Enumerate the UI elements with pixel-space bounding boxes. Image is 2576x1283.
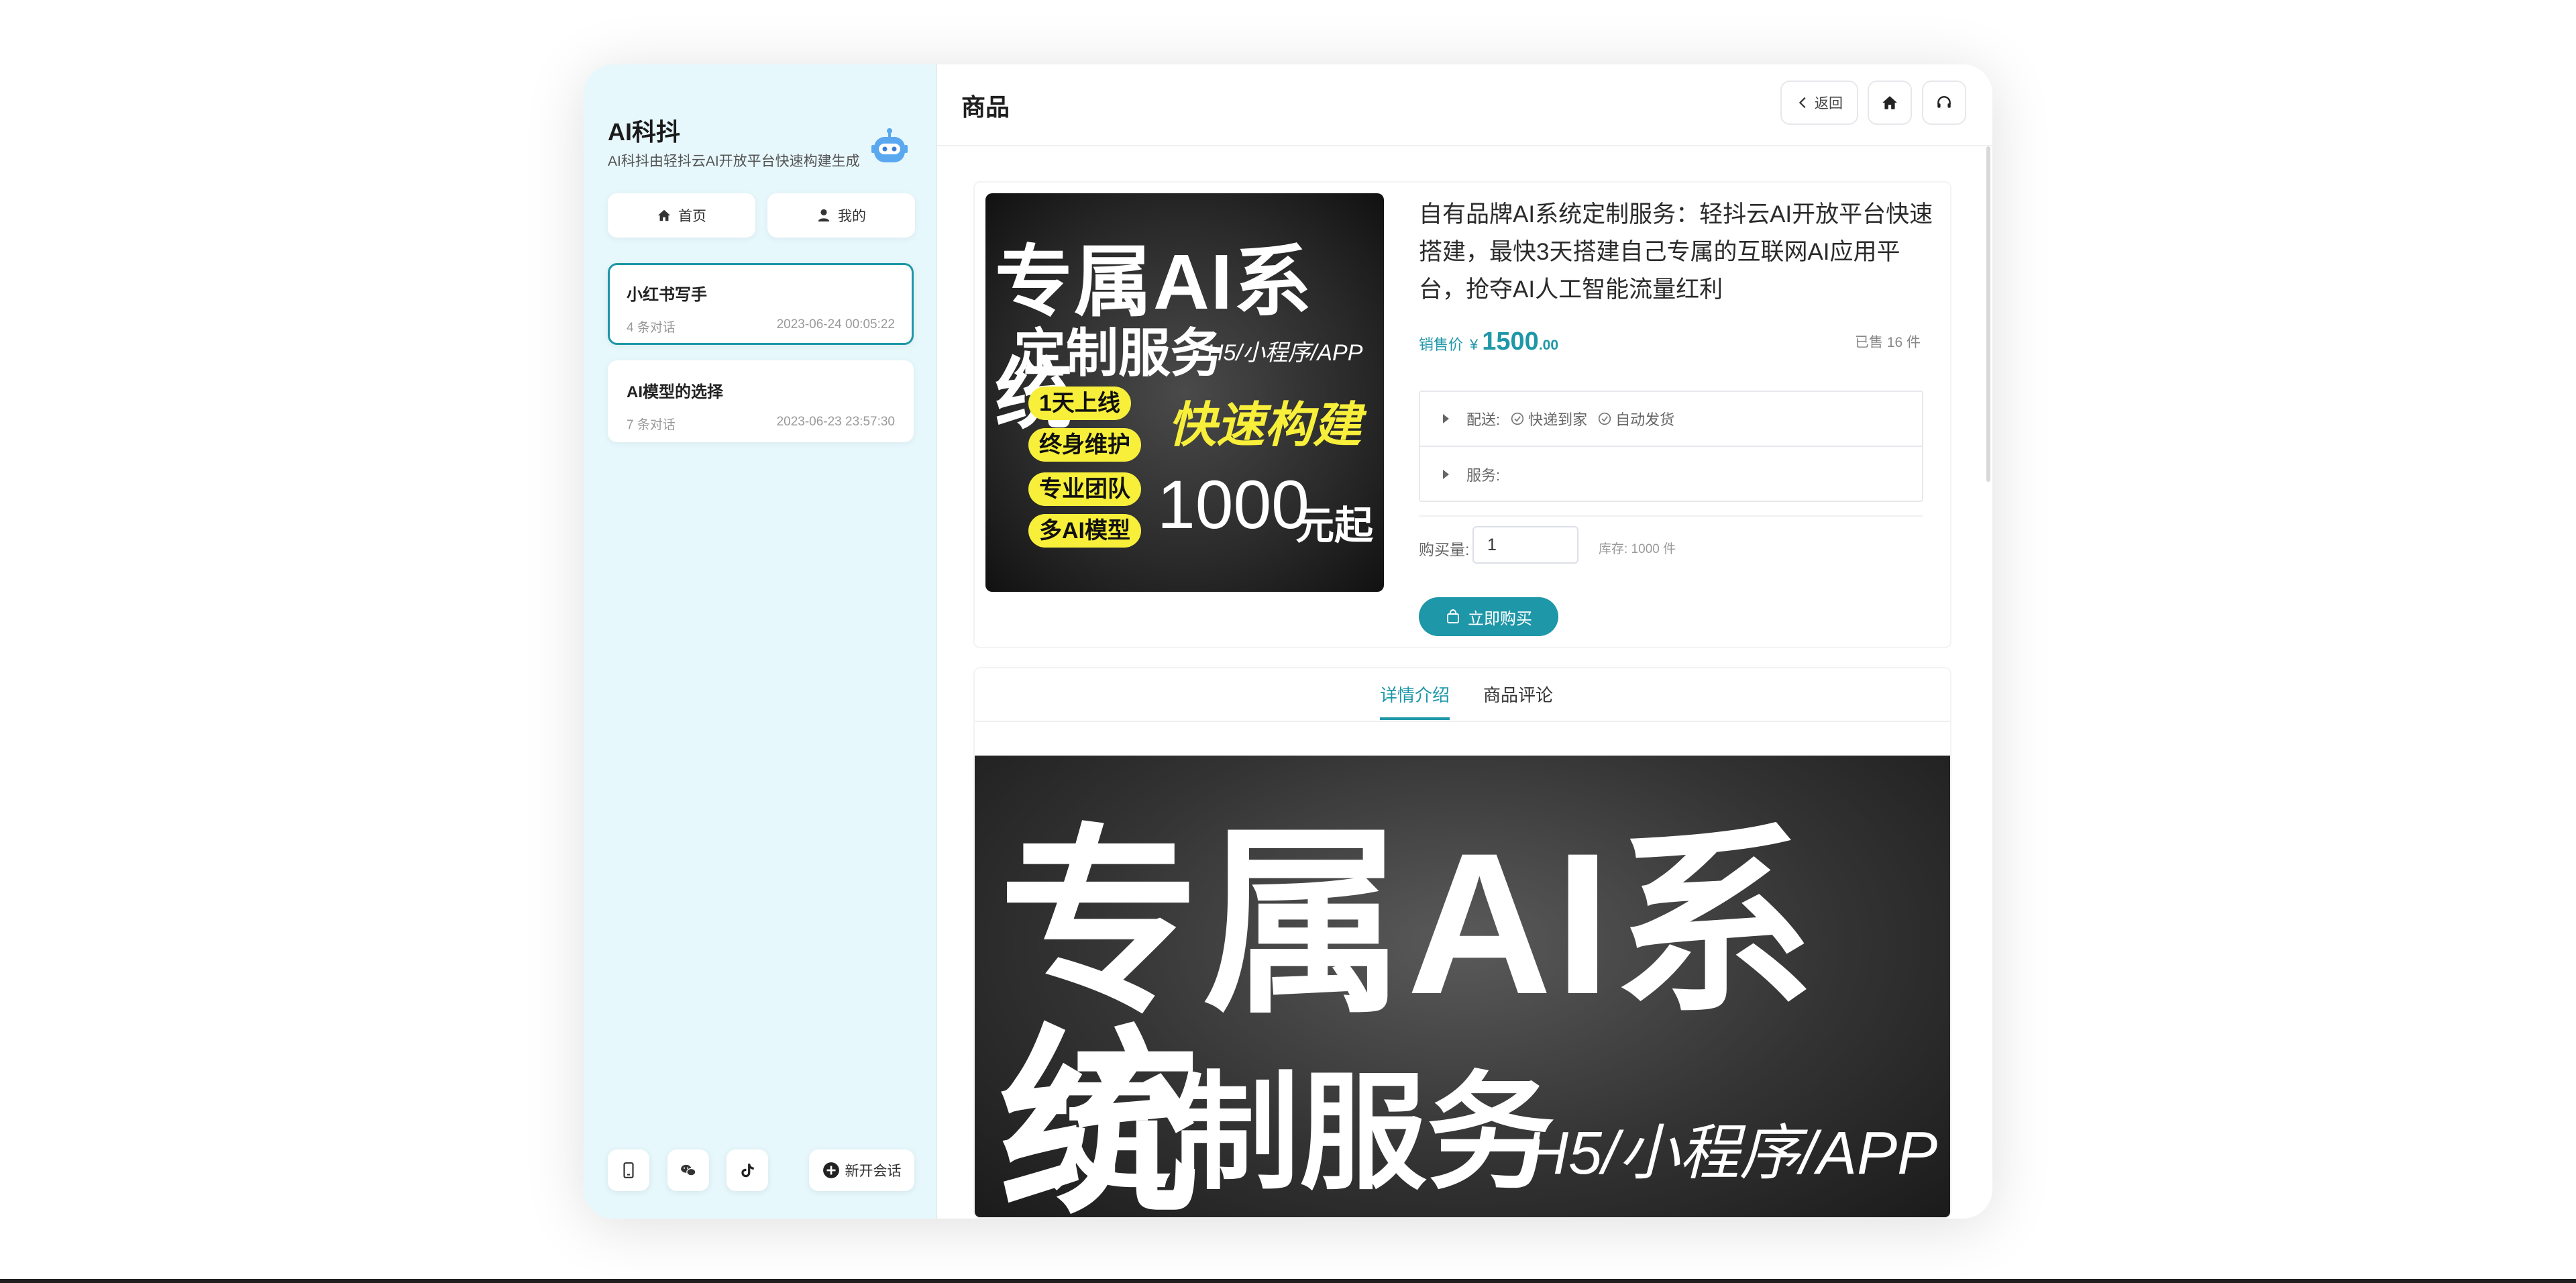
price-row: 销售价 ¥ 1500 .00: [1419, 327, 1558, 356]
plus-circle-icon: [822, 1162, 839, 1178]
chat-title: 小红书写手: [627, 286, 707, 304]
poster-pill: 多AI模型: [1028, 514, 1141, 548]
detail-section: 详情介绍 商品评论 专属AI系统 定制服务 H5/小程序/APP: [973, 667, 1951, 1219]
stock-count: 库存: 1000 件: [1599, 542, 1676, 556]
check-circle-icon: [1511, 412, 1524, 425]
poster-highlight: 快速构建: [1168, 399, 1362, 452]
poster-line2-suffix: H5/小程序/APP: [1207, 340, 1363, 366]
poster-pill: 终身维护: [1028, 428, 1141, 462]
delivery-tag: 自动发货: [1598, 408, 1674, 429]
detail-image: 专属AI系统 定制服务 H5/小程序/APP: [975, 756, 1950, 1217]
product-card: 专属AI系统 定制服务 H5/小程序/APP 1天上线 终身维护 专业团队 多A…: [973, 181, 1951, 648]
poster-line2: 定制服务: [1014, 323, 1224, 382]
tab-bar: 详情介绍 商品评论: [975, 668, 1950, 722]
delivery-tag: 快递到家: [1511, 408, 1587, 429]
tiktok-icon: [741, 1164, 754, 1178]
back-button[interactable]: 返回: [1780, 81, 1858, 125]
robot-icon: [871, 128, 908, 162]
check-circle-icon: [1598, 412, 1611, 425]
poster-pill: 专业团队: [1028, 472, 1141, 506]
tab-detail[interactable]: 详情介绍: [1380, 682, 1450, 720]
header: 商品 返回: [937, 64, 1992, 146]
wechat-icon: [681, 1164, 696, 1176]
divider: [1419, 515, 1923, 517]
scrollbar[interactable]: [1986, 146, 1990, 482]
poster-price-suffix: 元起: [1295, 504, 1374, 548]
home-button[interactable]: [1868, 81, 1912, 125]
product-title: 自有品牌AI系统定制服务：轻抖云AI开放平台快速搭建，最快3天搭建自己专属的互联…: [1419, 201, 1933, 303]
brand-subtitle: AI科抖由轻抖云AI开放平台快速构建生成: [608, 154, 860, 169]
chat-time: 2023-06-23 23:57:30: [776, 415, 895, 429]
nav-mine-button[interactable]: 我的: [767, 193, 915, 238]
delivery-tag-label: 快递到家: [1528, 411, 1588, 428]
delivery-tag-label: 自动发货: [1615, 411, 1675, 428]
headset-icon: [1937, 96, 1951, 108]
page-title: 商品: [961, 93, 1010, 121]
tab-reviews[interactable]: 商品评论: [1483, 682, 1553, 717]
detail-line2: 定制服务: [1044, 1062, 1555, 1204]
quantity-label: 购买量:: [1419, 541, 1470, 558]
chat-title: AI模型的选择: [627, 383, 723, 401]
tiktok-button[interactable]: [727, 1149, 768, 1191]
nav-home-button[interactable]: 首页: [608, 193, 755, 238]
caret-right-icon: [1443, 414, 1449, 423]
nav-home-label: 首页: [678, 209, 706, 224]
new-chat-label: 新开会话: [845, 1164, 902, 1179]
nav-mine-label: 我的: [838, 209, 866, 224]
screen-bottom-edge: [0, 1279, 2576, 1283]
service-label: 服务:: [1466, 467, 1501, 484]
quantity-input[interactable]: 1: [1472, 526, 1578, 564]
chat-time: 2023-06-24 00:05:22: [776, 317, 895, 331]
sidebar: AI科抖 AI科抖由轻抖云AI开放平台快速构建生成 首页 我的 小红书写手 4 …: [584, 64, 937, 1219]
chevron-left-icon: [1799, 97, 1806, 109]
product-image[interactable]: 专属AI系统 定制服务 H5/小程序/APP 1天上线 终身维护 专业团队 多A…: [985, 193, 1384, 592]
poster-price: 1000: [1157, 466, 1309, 543]
delivery-row[interactable]: 配送: 快递到家 自动发货: [1420, 392, 1922, 447]
buy-now-label: 立即购买: [1468, 609, 1532, 628]
info-box: 配送: 快递到家 自动发货 服务:: [1419, 391, 1923, 502]
support-button[interactable]: [1922, 81, 1966, 125]
back-label: 返回: [1815, 96, 1843, 111]
chat-item[interactable]: 小红书写手 4 条对话 2023-06-24 00:05:22: [608, 263, 914, 345]
price-label: 销售价: [1419, 336, 1464, 353]
price-symbol: ¥: [1470, 336, 1479, 353]
chat-count: 7 条对话: [627, 418, 676, 432]
home-icon: [1882, 96, 1897, 109]
phone-icon: [623, 1162, 634, 1178]
app-window: AI科抖 AI科抖由轻抖云AI开放平台快速构建生成 首页 我的 小红书写手 4 …: [584, 64, 1992, 1219]
delivery-label: 配送:: [1466, 411, 1501, 428]
service-row[interactable]: 服务:: [1420, 447, 1922, 502]
user-icon: [818, 209, 830, 222]
shopping-bag-icon: [1447, 609, 1459, 623]
price-integer: 1500: [1482, 327, 1539, 356]
new-chat-button[interactable]: 新开会话: [809, 1149, 914, 1191]
price-decimal: .00: [1538, 338, 1559, 353]
poster-pill: 1天上线: [1028, 387, 1131, 420]
chat-item[interactable]: AI模型的选择 7 条对话 2023-06-23 23:57:30: [608, 360, 914, 442]
sold-count: 已售 16 件: [1854, 335, 1921, 350]
detail-line2-suffix: H5/小程序/APP: [1525, 1120, 1938, 1187]
buy-now-button[interactable]: 立即购买: [1419, 597, 1558, 636]
main-panel: 商品 返回 专属AI系统 定制服务 H5/小程序/APP 1天上线 终身维护 专…: [937, 64, 1992, 1219]
home-icon: [657, 209, 671, 221]
chat-count: 4 条对话: [627, 321, 676, 335]
wechat-button[interactable]: [667, 1149, 709, 1191]
caret-right-icon: [1443, 470, 1449, 479]
mobile-button[interactable]: [608, 1149, 649, 1191]
brand-title: AI科抖: [608, 118, 681, 146]
